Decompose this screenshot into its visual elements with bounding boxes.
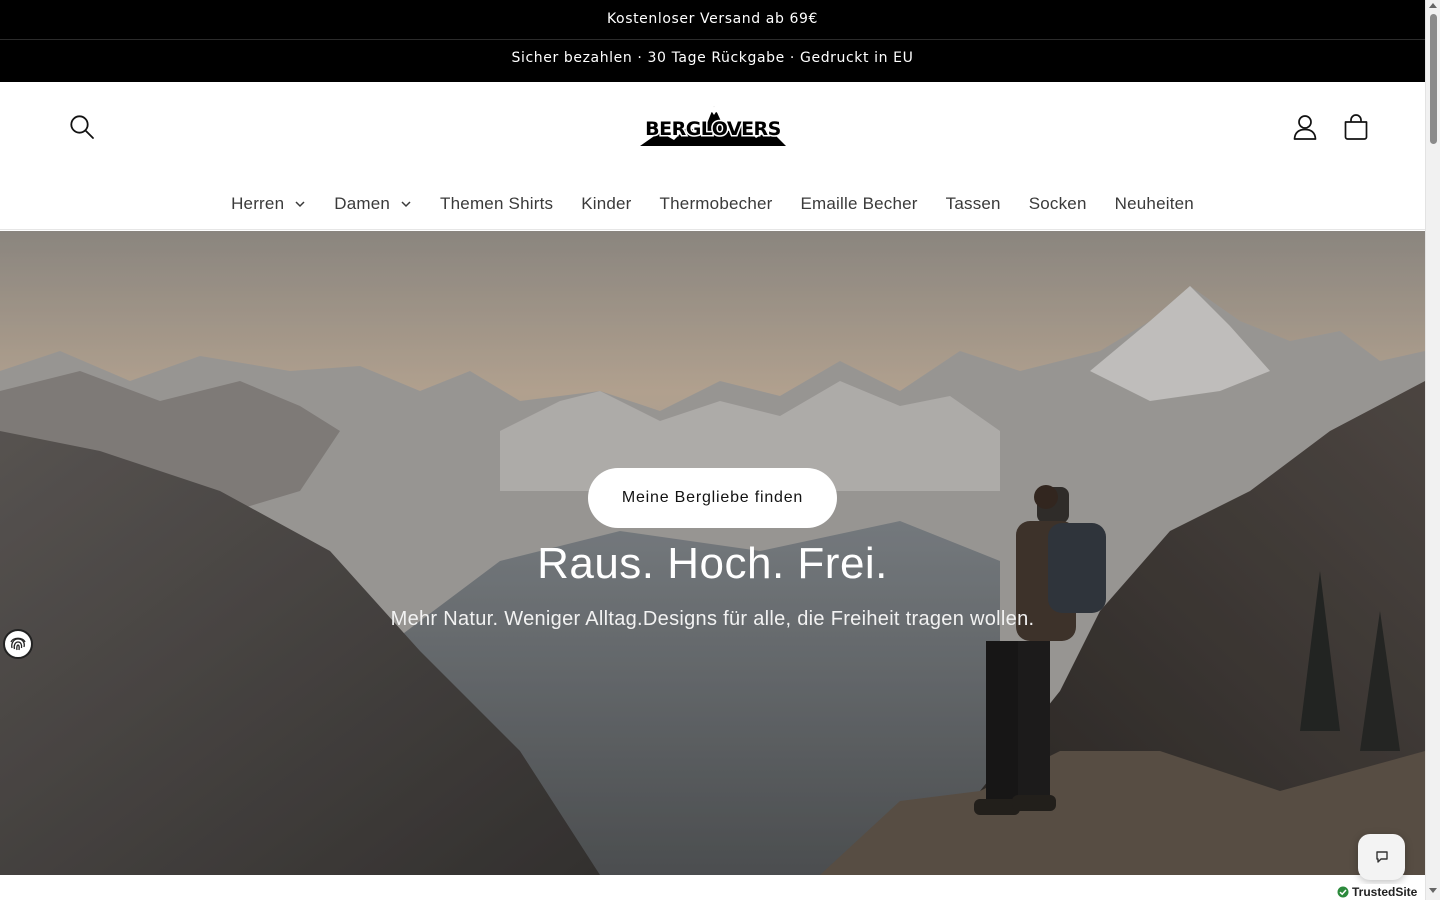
scroll-thumb[interactable] <box>1430 14 1437 144</box>
hero-content: Meine Bergliebe finden Raus. Hoch. Frei.… <box>0 468 1425 631</box>
scrollbar[interactable] <box>1425 0 1440 900</box>
nav-label: Socken <box>1028 193 1087 213</box>
account-icon <box>1293 115 1317 140</box>
announcement-bar-shipping: Kostenloser Versand ab 69€ <box>0 0 1425 40</box>
logo-text: BERGLOVERS <box>645 118 781 140</box>
nav-label: Emaille Becher <box>800 193 918 213</box>
site-header: BERGLOVERS <box>0 82 1425 180</box>
chat-icon <box>1375 851 1388 863</box>
page: Kostenloser Versand ab 69€ Sicher bezahl… <box>0 0 1425 900</box>
nav-label: Tassen <box>945 193 1001 213</box>
announcement-trust-text: Sicher bezahlen · 30 Tage Rückgabe · Ged… <box>511 50 914 66</box>
chevron-down-icon <box>295 200 305 207</box>
hero-title: Raus. Hoch. Frei. <box>537 539 888 588</box>
account-button[interactable] <box>1290 112 1320 142</box>
announcement-bar-trust: Sicher bezahlen · 30 Tage Rückgabe · Ged… <box>0 40 1425 82</box>
nav-item-thermobecher[interactable]: Thermobecher <box>646 179 787 228</box>
chevron-down-icon <box>401 200 411 207</box>
cart-icon <box>1344 114 1368 140</box>
nav-item-damen[interactable]: Damen <box>320 179 426 228</box>
logo[interactable]: BERGLOVERS <box>630 102 796 152</box>
nav-item-kinder[interactable]: Kinder <box>567 179 645 228</box>
search-button[interactable] <box>67 112 97 142</box>
announcement-shipping-text: Kostenloser Versand ab 69€ <box>606 11 819 27</box>
main-navigation: Herren Damen Themen Shirts Kinder Thermo… <box>0 180 1425 230</box>
hero-banner: Meine Bergliebe finden Raus. Hoch. Frei.… <box>0 231 1425 875</box>
nav-item-tassen[interactable]: Tassen <box>932 179 1015 228</box>
nav-label: Themen Shirts <box>440 193 554 213</box>
nav-label: Thermobecher <box>659 193 773 213</box>
scroll-down-arrow[interactable] <box>1429 888 1437 893</box>
nav-item-emaille-becher[interactable]: Emaille Becher <box>787 179 932 228</box>
trustedsite-label: TrustedSite <box>1352 885 1418 899</box>
checkmark-icon <box>1337 886 1349 898</box>
nav-item-themen-shirts[interactable]: Themen Shirts <box>426 179 567 228</box>
search-icon <box>70 115 94 139</box>
nav-label: Herren <box>231 193 285 213</box>
nav-label: Kinder <box>581 193 632 213</box>
fingerprint-icon <box>10 637 26 651</box>
nav-label: Damen <box>334 193 391 213</box>
trustedsite-badge[interactable]: TrustedSite <box>1333 884 1425 900</box>
privacy-widget-button[interactable] <box>3 629 33 659</box>
nav-item-socken[interactable]: Socken <box>1015 179 1101 228</box>
cart-button[interactable] <box>1341 112 1371 142</box>
hero-cta-button[interactable]: Meine Bergliebe finden <box>587 468 838 528</box>
nav-item-herren[interactable]: Herren <box>217 179 320 228</box>
logo-mark: BERGLOVERS <box>640 106 786 146</box>
chat-button[interactable] <box>1358 834 1405 880</box>
scroll-up-arrow[interactable] <box>1429 3 1437 8</box>
nav-label: Neuheiten <box>1114 193 1194 213</box>
hero-subtitle: Mehr Natur. Weniger Alltag.Designs für a… <box>390 608 1035 630</box>
nav-item-neuheiten[interactable]: Neuheiten <box>1101 179 1208 228</box>
